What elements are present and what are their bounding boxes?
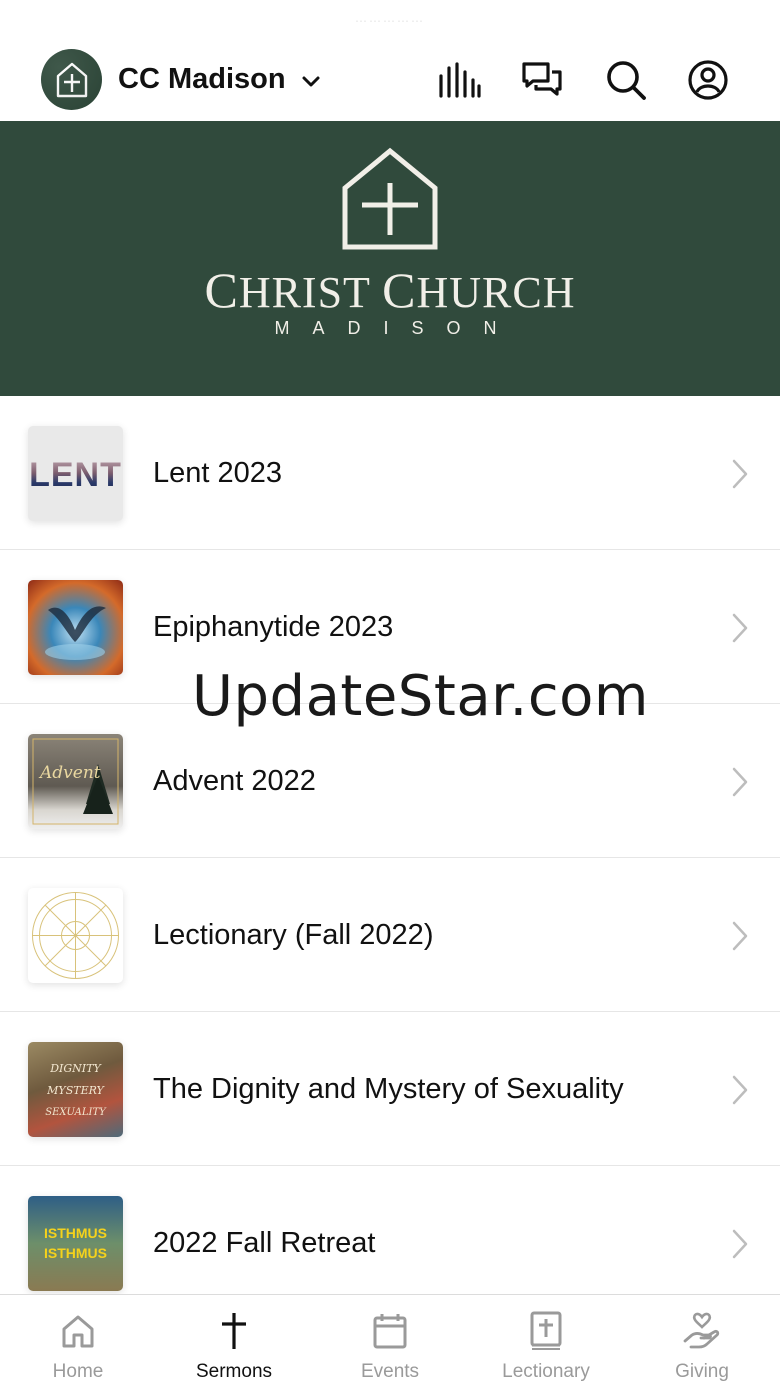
church-house-icon — [56, 62, 87, 97]
tab-label: Sermons — [195, 1361, 273, 1382]
list-item[interactable]: LENT Lent 2023 — [0, 396, 780, 550]
home-icon — [62, 1315, 94, 1348]
retreat-thumb-line-1: ISTHMUS — [44, 1225, 107, 1241]
tab-giving[interactable]: Giving — [624, 1295, 780, 1388]
retreat-thumb: ISTHMUS ISTHMUS — [28, 1196, 123, 1291]
sermon-series-list: LENT Lent 2023 Epiphanytide 2023 Advent … — [0, 396, 780, 1320]
chevron-right-icon — [732, 459, 748, 489]
lent-thumb-text: LENT — [29, 456, 122, 494]
lectionary-thumb — [28, 888, 123, 983]
church-avatar[interactable] — [41, 49, 102, 110]
bible-icon — [530, 1311, 562, 1350]
tab-label: Lectionary — [502, 1361, 590, 1382]
tab-sermons[interactable]: Sermons — [156, 1295, 312, 1388]
dignity-thumb-line-1: DIGNITY — [49, 1062, 102, 1075]
giving-hand-icon — [683, 1312, 720, 1349]
church-switcher[interactable]: CC Madison — [118, 59, 322, 99]
dignity-thumb: DIGNITY MYSTERY SEXUALITY — [28, 1042, 123, 1137]
tab-label: Events — [360, 1361, 420, 1382]
cross-icon — [222, 1313, 246, 1349]
series-title: Lent 2023 — [153, 457, 283, 489]
advent-thumb: Advent — [28, 734, 123, 829]
tab-events[interactable]: Events — [312, 1295, 468, 1388]
lent-thumb: LENT — [28, 426, 123, 521]
series-title: The Dignity and Mystery of Sexuality — [153, 1073, 624, 1105]
tab-label: Giving — [675, 1361, 729, 1382]
tab-lectionary[interactable]: Lectionary — [468, 1295, 624, 1388]
chevron-right-icon — [732, 1075, 748, 1105]
church-name-label: CC Madison — [118, 63, 286, 95]
series-title: Lectionary (Fall 2022) — [153, 919, 434, 951]
list-item[interactable]: Lectionary (Fall 2022) — [0, 858, 780, 1012]
dignity-thumb-line-2: MYSTERY — [46, 1084, 105, 1097]
banner-title: CHRIST CHURCH — [204, 262, 576, 318]
retreat-thumb-line-2: ISTHMUS — [44, 1245, 107, 1261]
tab-label: Home — [52, 1361, 104, 1382]
search-icon[interactable] — [604, 58, 648, 102]
app-header: ⋯⋯⋯⋯⋯ CC Madison — [0, 0, 780, 121]
church-logo-icon — [342, 147, 438, 250]
dignity-thumb-line-3: SEXUALITY — [45, 1107, 107, 1118]
chat-bubbles-icon[interactable] — [520, 58, 564, 102]
account-icon[interactable] — [686, 58, 730, 102]
chevron-right-icon — [732, 1229, 748, 1259]
chevron-down-icon — [302, 76, 320, 87]
epiphany-thumb — [28, 580, 123, 675]
watermark: UpdateStar.com — [192, 664, 649, 729]
status-bar-text: ⋯⋯⋯⋯⋯ — [355, 14, 425, 28]
chevron-right-icon — [732, 767, 748, 797]
advent-thumb-text: Advent — [38, 763, 101, 783]
chevron-right-icon — [732, 921, 748, 951]
chevron-right-icon — [732, 613, 748, 643]
bottom-tab-bar: Home Sermons Events Lectionary Giving — [0, 1294, 780, 1388]
list-item[interactable]: DIGNITY MYSTERY SEXUALITY The Dignity an… — [0, 1012, 780, 1166]
calendar-icon — [373, 1314, 407, 1349]
tab-home[interactable]: Home — [0, 1295, 156, 1388]
banner-subtitle: MADISON — [274, 318, 520, 338]
media-bars-icon[interactable] — [437, 58, 481, 102]
